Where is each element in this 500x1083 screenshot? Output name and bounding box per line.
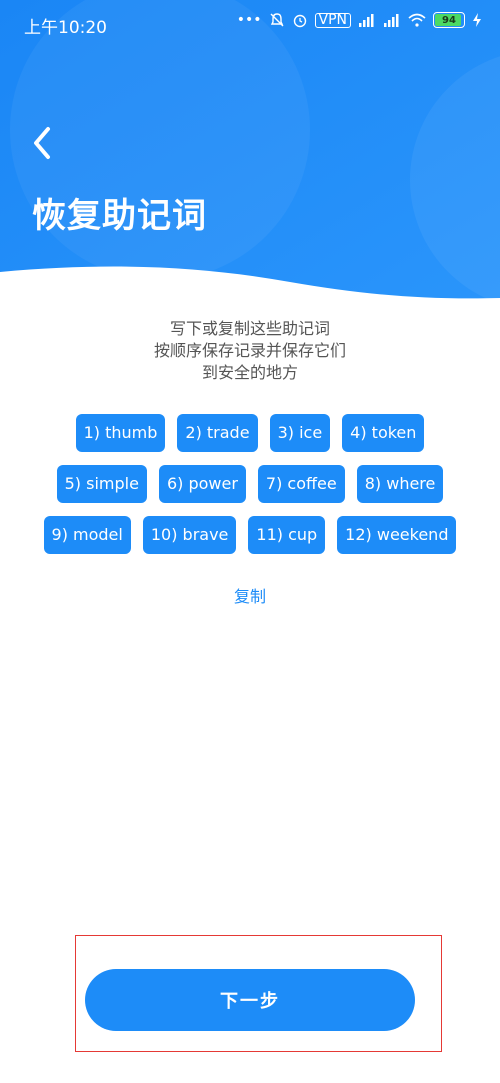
mnemonic-word: 1) thumb <box>75 414 166 452</box>
next-button[interactable]: 下一步 <box>85 969 415 1031</box>
mnemonic-word: 5) simple <box>56 465 147 503</box>
instruction-line: 写下或复制这些助记词 <box>169 319 330 338</box>
copy-button[interactable]: 复制 <box>0 583 500 607</box>
signal-icon <box>383 13 401 27</box>
charging-icon <box>472 13 482 27</box>
more-dots-icon: ••• <box>236 12 262 28</box>
signal-hd-icon <box>358 13 376 27</box>
mnemonic-word: 7) coffee <box>257 465 345 503</box>
vpn-icon: VPN <box>314 12 351 28</box>
wifi-icon <box>408 13 426 27</box>
battery-percent: 94 <box>442 14 456 26</box>
alarm-icon <box>292 12 308 28</box>
mnemonic-word: 9) model <box>43 516 131 554</box>
notification-off-icon <box>269 12 285 28</box>
status-time: 上午10:20 <box>24 18 107 38</box>
back-button[interactable] <box>28 125 60 161</box>
header: 上午10:20 ••• VPN 94 恢复助记词 <box>0 0 500 300</box>
mnemonic-word: 8) where <box>356 465 444 503</box>
battery-icon: 94 <box>433 12 465 28</box>
status-bar: 上午10:20 ••• VPN 94 <box>0 0 500 46</box>
mnemonic-word: 11) cup <box>248 516 326 554</box>
instruction-line: 到安全的地方 <box>201 363 298 382</box>
mnemonic-word: 10) brave <box>142 516 237 554</box>
mnemonic-word: 6) power <box>158 465 246 503</box>
mnemonic-word: 12) weekend <box>337 516 457 554</box>
mnemonic-word: 4) token <box>342 414 425 452</box>
chevron-left-icon <box>34 127 50 159</box>
instructions: 写下或复制这些助记词 按顺序保存记录并保存它们 到安全的地方 <box>0 318 500 384</box>
status-icons: ••• VPN 94 <box>237 12 482 28</box>
instruction-line: 按顺序保存记录并保存它们 <box>153 341 346 360</box>
page-title: 恢复助记词 <box>32 196 207 236</box>
mnemonic-word: 2) trade <box>177 414 258 452</box>
mnemonic-word-list: 1) thumb 2) trade 3) ice 4) token 5) sim… <box>30 414 470 554</box>
mnemonic-word: 3) ice <box>269 414 331 452</box>
